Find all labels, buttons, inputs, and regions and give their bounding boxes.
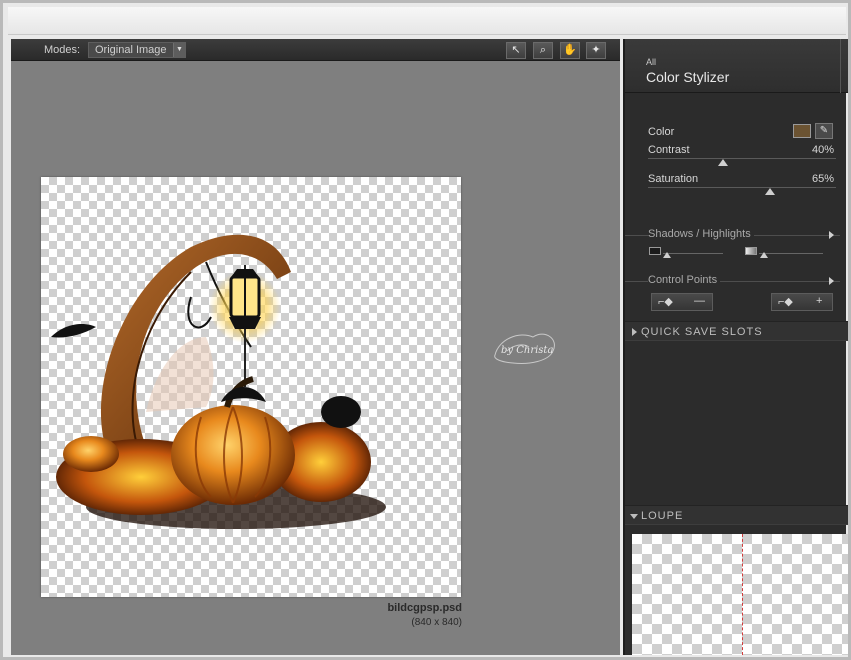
zoom-tool-button[interactable]: ⌕ (533, 42, 553, 59)
filter-category: All (646, 57, 657, 67)
select-tool-button[interactable]: ↖ (506, 42, 526, 59)
arrow-pointer-icon: ↖ (511, 44, 521, 56)
filter-header: All Color Stylizer (625, 39, 848, 93)
saturation-slider-thumb[interactable] (765, 188, 776, 195)
quick-save-slots-header[interactable]: QUICK SAVE SLOTS (625, 321, 848, 341)
preview-toolbar: Modes: Original Image ▼ ↖ ⌕ ✋ ✦ (11, 39, 620, 61)
control-points-label[interactable]: Control Points (648, 274, 721, 286)
eyedropper-button[interactable]: ✎ (815, 123, 833, 139)
image-canvas[interactable] (41, 177, 461, 597)
minus-icon: — (694, 295, 705, 307)
filter-name: Color Stylizer (646, 69, 730, 85)
modes-label: Modes: (44, 44, 81, 56)
expand-arrow-icon[interactable] (829, 231, 834, 239)
eyedropper-icon: ✎ (819, 125, 829, 136)
highlights-slider-thumb[interactable] (760, 252, 768, 258)
add-control-point-button[interactable]: ⌐◆ + (771, 293, 833, 311)
highlights-swatch (745, 247, 757, 255)
color-swatch[interactable] (793, 124, 811, 138)
document-dimensions: (840 x 840) (411, 617, 462, 628)
collapse-arrow-icon (630, 514, 638, 519)
hand-tool-button[interactable]: ✋ (560, 42, 580, 59)
preview-area: Modes: Original Image ▼ ↖ ⌕ ✋ ✦ bildcgps… (11, 39, 620, 655)
shadows-slider[interactable] (663, 253, 723, 254)
lightbulb-icon: ✦ (591, 44, 601, 56)
light-tool-button[interactable]: ✦ (586, 42, 606, 59)
remove-control-point-button[interactable]: ⌐◆ — (651, 293, 713, 311)
filter-scroll[interactable] (840, 39, 848, 93)
expand-arrow-icon[interactable] (829, 277, 834, 285)
saturation-slider[interactable] (648, 187, 836, 188)
contrast-value: 40% (811, 144, 834, 156)
app-window: Modes: Original Image ▼ ↖ ⌕ ✋ ✦ bildcgps… (0, 0, 851, 660)
modes-dropdown[interactable]: Original Image ▼ (88, 42, 186, 58)
filter-panel: All Color Stylizer Color ✎ Contrast 40% … (623, 39, 848, 655)
watermark-text: by Christa (501, 345, 553, 356)
plus-icon: + (816, 295, 823, 307)
shadows-highlights-label[interactable]: Shadows / Highlights (648, 228, 754, 240)
document-filename: bildcgpsp.psd (387, 602, 462, 614)
control-point-cursor-icon: ⌐◆ (658, 296, 673, 308)
color-label: Color (648, 126, 675, 138)
shadows-slider-thumb[interactable] (663, 252, 671, 258)
contrast-label: Contrast (648, 144, 690, 156)
loupe-header[interactable]: LOUPE (625, 505, 848, 525)
quick-save-slots-label: QUICK SAVE SLOTS (641, 326, 763, 338)
magnifier-icon: ⌕ (539, 44, 547, 56)
title-bar (8, 7, 846, 35)
saturation-value: 65% (811, 173, 834, 185)
signature-watermark: by Christa (494, 333, 555, 364)
saturation-label: Saturation (648, 173, 699, 185)
loupe-preview[interactable] (632, 534, 848, 655)
chevron-down-icon: ▼ (173, 43, 185, 57)
loupe-split-line (742, 534, 743, 655)
hand-icon: ✋ (563, 44, 577, 56)
shadows-swatch (649, 247, 661, 255)
expand-arrow-icon (632, 328, 637, 336)
contrast-slider-thumb[interactable] (718, 159, 729, 166)
artwork-image (51, 234, 386, 529)
highlights-slider[interactable] (759, 253, 823, 254)
control-point-cursor-icon: ⌐◆ (778, 296, 793, 308)
modes-dropdown-value: Original Image (95, 44, 167, 56)
contrast-slider[interactable] (648, 158, 836, 159)
loupe-label: LOUPE (641, 510, 684, 522)
